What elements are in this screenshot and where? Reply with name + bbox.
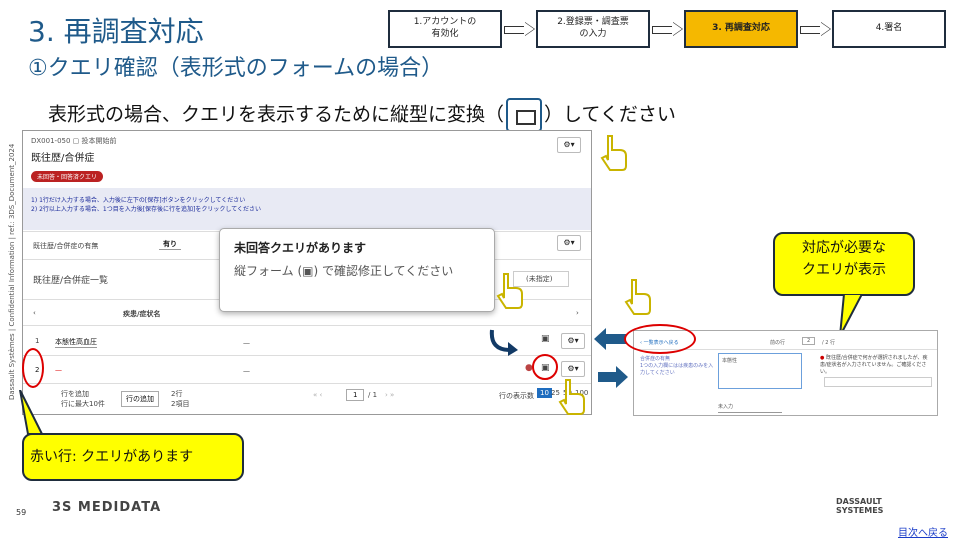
dassault-logo: DASSAULT SYSTEMES: [836, 497, 884, 515]
arrow-right-icon: [598, 366, 628, 388]
query-message: ● 既往歴/合併症で何かが選択されましたが、疾患/症状名が入力されていません。ご…: [820, 355, 928, 375]
notice-line-2: 2) 2行以上入力する場合、1つ目を入力後[保存後に行を追加]をクリックしてくだ…: [31, 206, 262, 213]
add-row-note: 行に最大10件: [61, 400, 105, 408]
step-arrow-icon: [800, 22, 830, 36]
row-page-input[interactable]: 2: [802, 337, 816, 345]
tooltip-title: 未回答クエリがあります: [234, 241, 367, 255]
back-to-toc-link[interactable]: 目次へ戻る: [898, 524, 948, 539]
hand-pointer-icon: [496, 273, 523, 309]
gear-button[interactable]: ⚙▾: [561, 333, 585, 349]
next-page-icon[interactable]: › »: [385, 391, 394, 399]
step-2: 2.登録票・調査票 の入力: [536, 10, 650, 48]
instruction-text: 表形式の場合、クエリを表示するために縦型に変換（ ）してください: [48, 98, 676, 132]
step-arrow-icon: [504, 22, 534, 36]
hand-pointer-icon: [624, 279, 651, 315]
highlight-circle: [532, 354, 558, 380]
medidata-logo: 3S MEDIDATA: [52, 500, 162, 515]
row1-input[interactable]: 本態性高血圧: [55, 337, 97, 348]
tooltip-body: 縦フォーム (▣) で確認修正してください: [234, 264, 454, 278]
add-row-label: 行を追加: [61, 390, 89, 398]
chevron-left-icon[interactable]: ‹: [33, 309, 36, 317]
step-arrow-icon: [652, 22, 682, 36]
field-description: 合併症の有無 1つの入力欄にはは疾患のみを入力してください: [640, 356, 714, 376]
disease-input[interactable]: 本態性: [718, 353, 802, 389]
first-page-icon[interactable]: « ‹: [313, 391, 322, 399]
slide-title: 3. 再調査対応: [28, 15, 204, 48]
gear-button[interactable]: ⚙▾: [561, 361, 585, 377]
arrow-left-icon: [594, 328, 626, 350]
callout-pointer: [19, 390, 44, 435]
curved-arrow-icon: [489, 329, 518, 356]
row-count: 2行: [171, 390, 183, 398]
hand-pointer-icon: [600, 135, 627, 171]
slide-subtitle: ①クエリ確認（表形式のフォームの場合）: [28, 56, 444, 81]
step-4: 4.署名: [832, 10, 946, 48]
add-row-button[interactable]: 行の追加: [121, 391, 159, 407]
per-page-10[interactable]: 10: [537, 388, 552, 398]
query-tooltip: 未回答クエリがあります 縦フォーム (▣) で確認修正してください: [219, 228, 495, 312]
row-total: / 2 行: [822, 340, 836, 346]
highlight-circle: [22, 348, 44, 388]
progress-steps: 1.アカウントの 有効化 2.登録票・調査票 の入力 3. 再調査対応 4.署名: [388, 10, 946, 48]
gear-button[interactable]: ⚙▾: [557, 137, 581, 153]
prev-row-button[interactable]: 前の行: [770, 339, 785, 346]
chevron-right-icon[interactable]: ›: [576, 309, 579, 317]
step-1: 1.アカウントの 有効化: [388, 10, 502, 48]
form-header: DX001-050 ▢ 投本開始前 既往歴/合併症 未回答・回答済クエリ: [23, 131, 591, 186]
confidential-note: Dassault Systèmes | Confidential Informa…: [8, 143, 16, 400]
vertical-form-icon[interactable]: ▣: [541, 334, 550, 344]
query-reply-input[interactable]: [824, 377, 932, 387]
page-total: / 1: [368, 391, 378, 399]
item-count: 2項目: [171, 400, 190, 408]
page-number: 59: [16, 508, 27, 517]
page-number-input[interactable]: 1: [346, 389, 365, 401]
status-select[interactable]: 未入力: [718, 403, 782, 413]
row2-input-error[interactable]: —: [55, 366, 62, 374]
row-number: 1: [35, 337, 40, 345]
form-title: 既往歴/合併症: [31, 153, 95, 164]
section-title: 既往歴/合併症一覧: [33, 276, 109, 286]
vertical-form-icon: [506, 98, 543, 132]
query-badge[interactable]: 未回答・回答済クエリ: [31, 171, 104, 182]
divider: [23, 383, 591, 384]
empty-cell: —: [243, 367, 250, 375]
notice-line-1: 1) 1行だけ入力する場合、入力後に左下の[保存]ボタンをクリックしてください: [31, 197, 246, 204]
callout-query-shown: 対応が必要な クエリが表示: [773, 232, 915, 296]
empty-cell: —: [243, 339, 250, 347]
column-header[interactable]: 疾患/症状名: [123, 309, 161, 319]
gear-button[interactable]: ⚙▾: [557, 235, 581, 251]
per-page-label: 行の表示数: [499, 392, 534, 400]
highlight-circle: [624, 324, 696, 354]
hand-pointer-icon: [558, 379, 585, 415]
field-value-select[interactable]: 有り: [159, 239, 181, 250]
field-label: 既往歴/合併症の有無: [33, 242, 99, 250]
instruction-notice: 1) 1行だけ入力する場合、入力後に左下の[保存]ボタンをクリックしてください …: [23, 188, 591, 230]
breadcrumb[interactable]: DX001-050 ▢ 投本開始前: [31, 136, 583, 146]
step-3-active: 3. 再調査対応: [684, 10, 798, 48]
callout-red-row: 赤い行: クエリがあります: [22, 433, 244, 481]
